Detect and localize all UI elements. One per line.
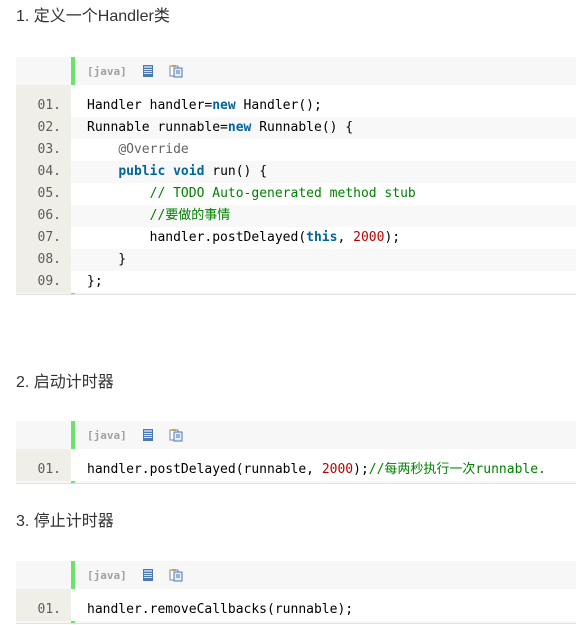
line-number: 01. bbox=[16, 599, 71, 621]
code-line: 01. Handler handler=new Handler(); bbox=[16, 95, 576, 117]
code-toolbar: [java] bbox=[75, 561, 576, 589]
line-number: 09. bbox=[16, 271, 71, 293]
code-spacer bbox=[16, 449, 576, 459]
code-toolbar: [java] bbox=[75, 421, 576, 449]
code-block-2: [java] 01. handler.postDelayed(runnable,… bbox=[16, 421, 576, 484]
code-line: 05. // TODO Auto-generated method stub bbox=[16, 183, 576, 205]
code-line: 01. handler.removeCallbacks(runnable); bbox=[16, 599, 576, 621]
language-tag-link[interactable]: [java] bbox=[87, 429, 127, 442]
code-line: 09. }; bbox=[16, 271, 576, 293]
code-lines: 01. handler.removeCallbacks(runnable); bbox=[16, 589, 576, 621]
code-spacer bbox=[16, 589, 576, 599]
line-number: 02. bbox=[16, 117, 71, 139]
line-number: 03. bbox=[16, 139, 71, 161]
copy-icon[interactable] bbox=[169, 64, 183, 78]
code-line: 07. handler.postDelayed(this, 2000); bbox=[16, 227, 576, 249]
view-plain-icon[interactable] bbox=[141, 64, 155, 78]
view-plain-icon[interactable] bbox=[141, 428, 155, 442]
line-number: 01. bbox=[16, 95, 71, 117]
language-tag-link[interactable]: [java] bbox=[87, 569, 127, 582]
line-number: 01. bbox=[16, 459, 71, 481]
view-plain-icon[interactable] bbox=[141, 568, 155, 582]
code-line: 02. Runnable runnable=new Runnable() { bbox=[16, 117, 576, 139]
code-spacer bbox=[16, 85, 576, 95]
line-number: 05. bbox=[16, 183, 71, 205]
code-line: 03. @Override bbox=[16, 139, 576, 161]
line-number: 04. bbox=[16, 161, 71, 183]
section-heading-3: 3. 停止计时器 bbox=[16, 513, 114, 530]
code-block-1: [java] 01. Handler handler=new Handler()… bbox=[16, 57, 576, 295]
code-block-3: [java] 01. handler.removeCallbacks(runna… bbox=[16, 561, 576, 624]
code-line: 01. handler.postDelayed(runnable, 2000);… bbox=[16, 459, 576, 481]
language-tag-link[interactable]: [java] bbox=[87, 65, 127, 78]
section-heading-2: 2. 启动计时器 bbox=[16, 374, 114, 391]
code-toolbar: [java] bbox=[75, 57, 576, 85]
code-line: 04. public void run() { bbox=[16, 161, 576, 183]
code-lines: 01. handler.postDelayed(runnable, 2000);… bbox=[16, 449, 576, 481]
code-lines: 01. Handler handler=new Handler(); 02. R… bbox=[16, 85, 576, 293]
copy-icon[interactable] bbox=[169, 568, 183, 582]
copy-icon[interactable] bbox=[169, 428, 183, 442]
section-heading-1: 1. 定义一个Handler类 bbox=[16, 8, 170, 25]
line-number: 08. bbox=[16, 249, 71, 271]
code-line: 08. } bbox=[16, 249, 576, 271]
code-line: 06. //要做的事情 bbox=[16, 205, 576, 227]
line-number: 06. bbox=[16, 205, 71, 227]
line-number: 07. bbox=[16, 227, 71, 249]
